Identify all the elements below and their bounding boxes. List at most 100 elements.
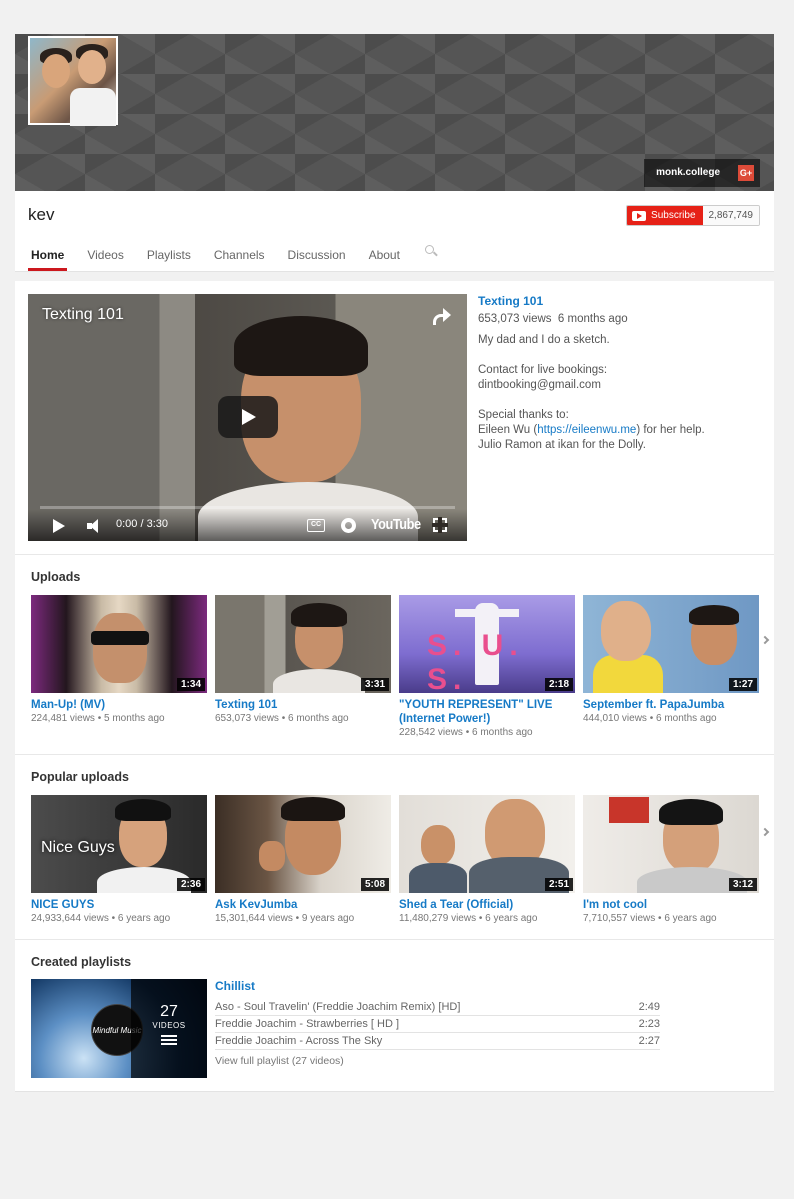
youtube-logo[interactable]: YouTube [371,516,421,533]
popular-uploads-title[interactable]: Popular uploads [31,770,129,784]
video-card[interactable]: Nice Guys 2:36 NICE GUYS 24,933,644 view… [31,795,207,924]
video-title[interactable]: Man-Up! (MV) [31,698,207,712]
subscriber-count: 2,867,749 [702,206,759,225]
playlist-item-title: Aso - Soul Travelin' (Freddie Joachim Re… [215,1001,461,1013]
banner-links: monk.college G+ [644,159,760,187]
video-player[interactable]: Texting 101 0:00 / 3:30 CC YouTube [28,294,467,541]
video-duration: 2:51 [544,878,573,891]
uploads-title[interactable]: Uploads [31,570,80,584]
featured-info: Texting 101 653,073 views 6 months ago M… [478,294,763,453]
youtube-logo-icon [632,210,647,221]
featured-title[interactable]: Texting 101 [478,294,763,309]
video-views: 228,542 views [399,727,463,738]
video-age: 6 months ago [656,713,717,724]
subscribe-button[interactable]: Subscribe [627,206,703,225]
channel-avatar[interactable] [28,36,118,126]
video-views: 24,933,644 views [31,913,109,924]
volume-icon[interactable] [87,519,105,533]
tab-discussion[interactable]: Discussion [285,237,349,271]
player-title[interactable]: Texting 101 [42,306,124,324]
video-duration: 3:31 [360,678,389,691]
playlist-item[interactable]: Aso - Soul Travelin' (Freddie Joachim Re… [215,999,660,1016]
big-play-button[interactable] [218,396,278,438]
video-meta: 7,710,557 views • 6 years ago [583,913,717,924]
playlist-item[interactable]: Freddie Joachim - Across The Sky 2:27 [215,1033,660,1050]
video-thumbnail[interactable]: Nice Guys 2:36 [31,795,207,893]
video-views: 224,481 views [31,713,95,724]
tab-playlists[interactable]: Playlists [144,237,194,271]
search-icon[interactable] [424,241,438,271]
playlist-item[interactable]: Freddie Joachim - Strawberries [ HD ] 2:… [215,1016,660,1033]
video-thumbnail[interactable]: 3:31 [215,595,391,693]
video-thumbnail[interactable]: 3:12 [583,795,759,893]
channel-banner: monk.college G+ [15,34,774,191]
video-card[interactable]: 3:31 Texting 101 653,073 views • 6 month… [215,595,391,738]
playlist-overlay: 27 VIDEOS [131,979,207,1078]
description-link[interactable]: https://eileenwu.me [537,424,636,436]
video-thumbnail[interactable]: 1:27 [583,595,759,693]
tab-about[interactable]: About [366,237,403,271]
playlist-thumbnail[interactable]: Mindful Music 27 VIDEOS [31,979,207,1078]
captions-icon[interactable]: CC [307,519,325,532]
video-views: 11,480,279 views [399,913,477,924]
gear-icon[interactable] [341,518,356,533]
video-meta: 15,301,644 views • 9 years ago [215,913,355,924]
created-playlists-title[interactable]: Created playlists [31,955,131,969]
playlist-title[interactable]: Chillist [215,979,660,993]
tab-videos[interactable]: Videos [84,237,126,271]
description-line: dintbooking@gmail.com [478,379,601,391]
video-duration: 1:27 [728,678,757,691]
tab-home[interactable]: Home [28,237,68,271]
thumbnail-text: Nice Guys [41,839,115,856]
description-line: Special thanks to: [478,409,569,421]
video-meta: 224,481 views • 5 months ago [31,713,165,724]
fullscreen-icon[interactable] [432,517,448,533]
video-duration: 2:36 [176,878,205,891]
tab-channels[interactable]: Channels [211,237,268,271]
video-title[interactable]: Shed a Tear (Official) [399,898,575,912]
video-age: 9 years ago [301,913,355,924]
video-duration: 1:34 [176,678,205,691]
video-thumbnail[interactable]: 2:51 [399,795,575,893]
player-controls: 0:00 / 3:30 CC YouTube [28,509,467,541]
description-line: Contact for live bookings: [478,364,608,376]
video-duration: 2:18 [544,678,573,691]
video-meta: 24,933,644 views • 6 years ago [31,913,171,924]
video-card[interactable]: 2:51 Shed a Tear (Official) 11,480,279 v… [399,795,575,924]
video-title[interactable]: NICE GUYS [31,898,207,912]
channel-tabs: Home Videos Playlists Channels Discussio… [28,237,438,271]
video-thumbnail[interactable]: S. U. S. 2:18 [399,595,575,693]
description-text: ) for her help. [636,424,705,436]
subscribe-widget: Subscribe 2,867,749 [626,205,760,226]
video-title[interactable]: I'm not cool [583,898,759,912]
playlist-info: Chillist Aso - Soul Travelin' (Freddie J… [215,979,660,1067]
google-plus-link[interactable]: G+ [732,159,760,187]
channel-header: kev Subscribe 2,867,749 Home Videos Play… [15,191,774,272]
video-title[interactable]: Ask KevJumba [215,898,391,912]
video-title[interactable]: "YOUTH REPRESENT" LIVE (Internet Power!) [399,698,575,726]
video-age: 6 months ago [288,713,349,724]
video-card[interactable]: 1:34 Man-Up! (MV) 224,481 views • 5 mont… [31,595,207,738]
description-text: Eileen Wu ( [478,424,538,436]
playlist-item-title: Freddie Joachim - Strawberries [ HD ] [215,1018,399,1030]
video-card[interactable]: S. U. S. 2:18 "YOUTH REPRESENT" LIVE (In… [399,595,575,738]
play-icon[interactable] [53,519,65,533]
video-title[interactable]: September ft. PapaJumba [583,698,759,712]
channel-name[interactable]: kev [28,205,54,225]
view-full-playlist-link[interactable]: View full playlist (27 videos) [215,1055,660,1067]
section-divider [15,939,774,940]
video-thumbnail[interactable]: 1:34 [31,595,207,693]
playlist-count: 27 [160,1003,178,1020]
video-thumbnail[interactable]: 5:08 [215,795,391,893]
banner-link-monk-college[interactable]: monk.college [644,159,732,187]
video-title[interactable]: Texting 101 [215,698,391,712]
video-views: 7,710,557 views [583,913,656,924]
google-plus-icon: G+ [738,165,754,181]
channel-content: Texting 101 0:00 / 3:30 CC YouTube Texti… [15,281,774,1092]
video-card[interactable]: 5:08 Ask KevJumba 15,301,644 views • 9 y… [215,795,391,924]
video-views: 15,301,644 views [215,913,293,924]
video-card[interactable]: 1:27 September ft. PapaJumba 444,010 vie… [583,595,759,738]
share-icon[interactable] [433,308,451,325]
video-card[interactable]: 3:12 I'm not cool 7,710,557 views • 6 ye… [583,795,759,924]
playlist-icon [161,1035,177,1045]
